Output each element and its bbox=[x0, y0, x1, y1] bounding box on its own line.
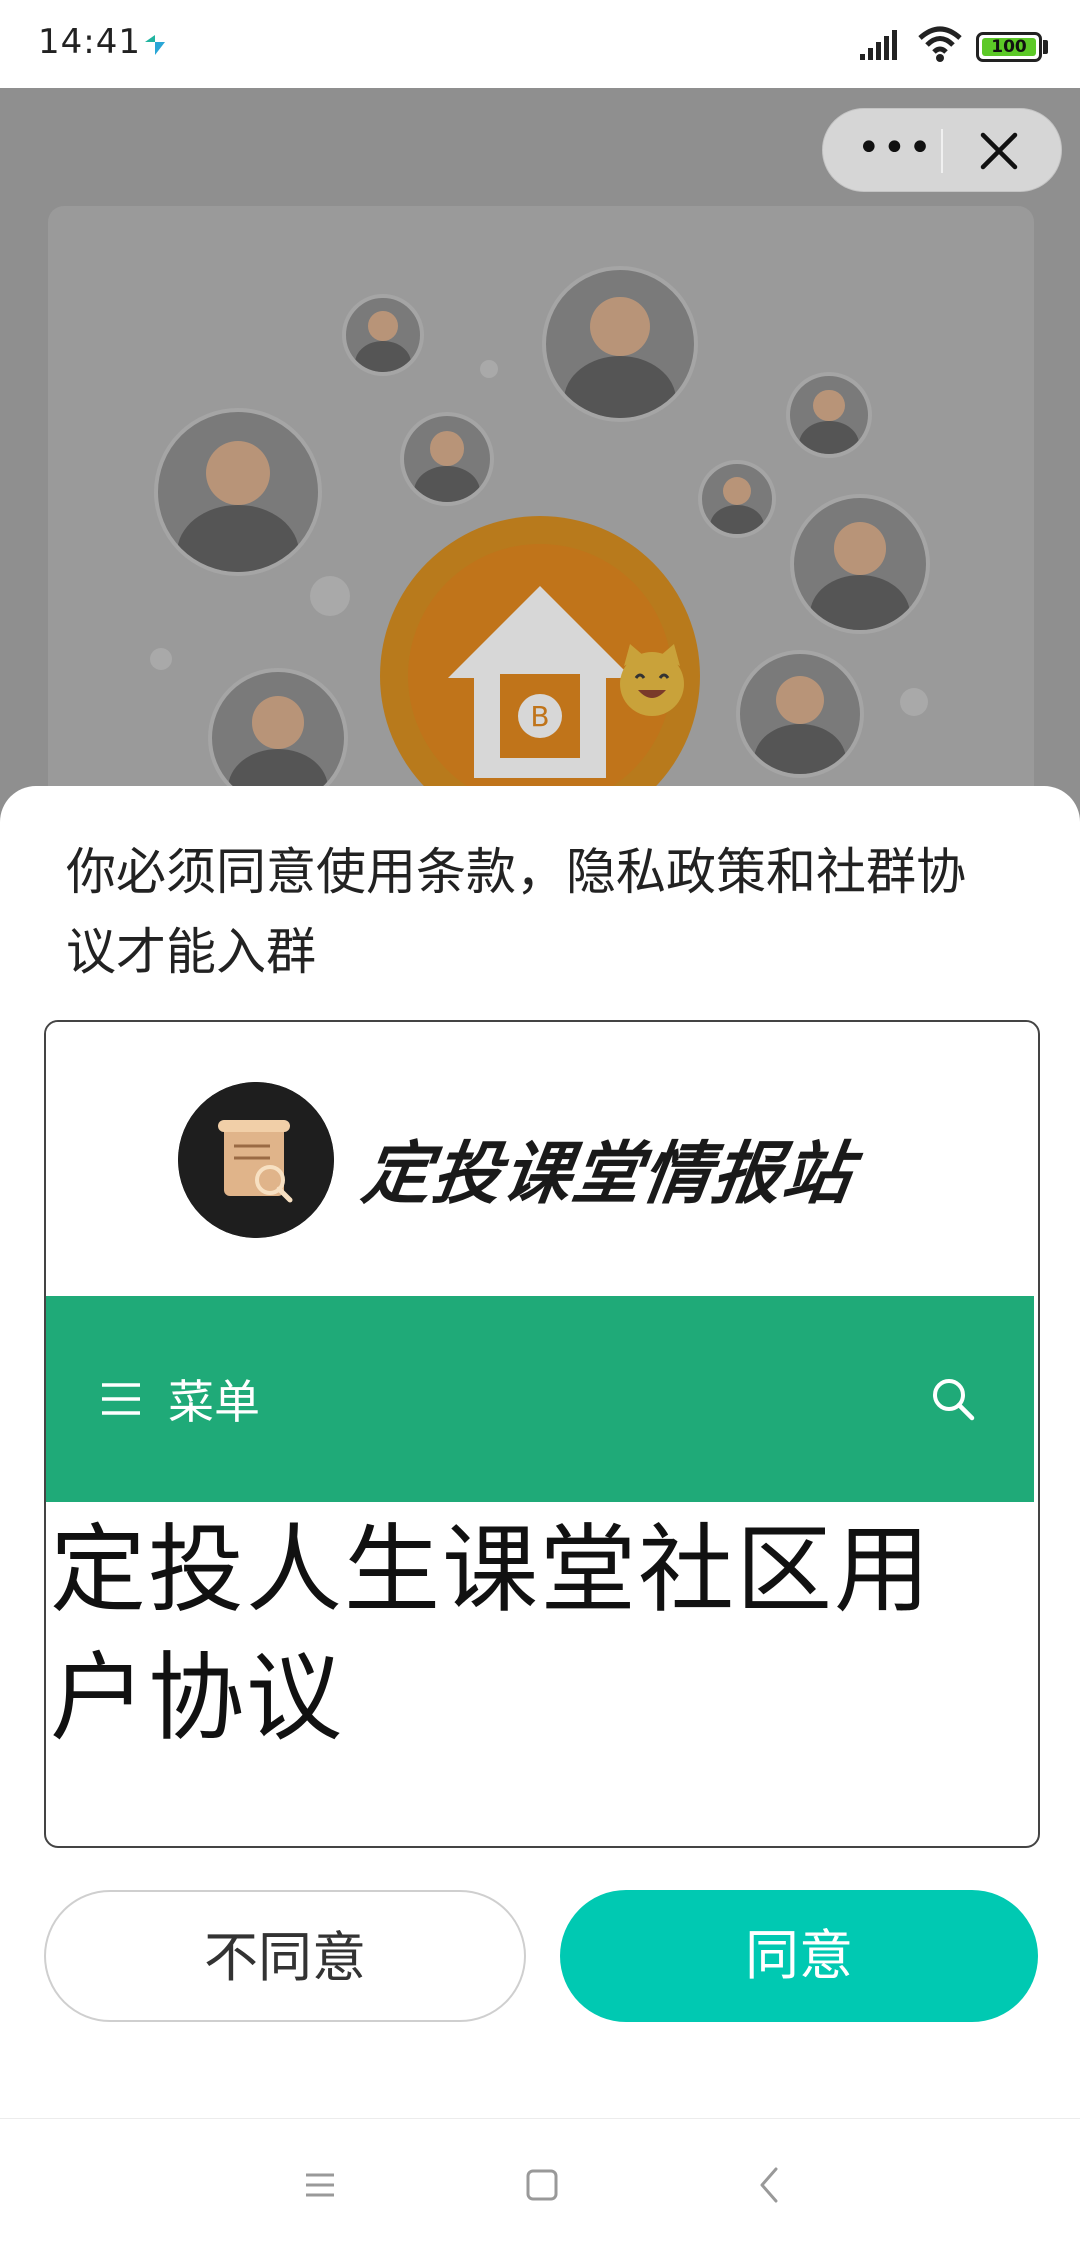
decor-dot bbox=[150, 648, 172, 670]
more-icon[interactable]: ••• bbox=[857, 128, 932, 171]
decor-dot bbox=[480, 360, 498, 378]
app-notification-icon bbox=[145, 35, 165, 55]
mini-program-capsule: ••• bbox=[822, 108, 1062, 192]
svg-text:B: B bbox=[530, 700, 549, 733]
agreement-heading: 定投人生课堂社区用户协议 bbox=[50, 1514, 932, 1754]
decor-dot bbox=[900, 688, 928, 716]
close-icon[interactable] bbox=[973, 125, 1025, 177]
home-icon[interactable] bbox=[516, 2159, 568, 2211]
agreement-webview[interactable]: 定投课堂情报站 菜单 定投人生课堂社区用户协议 bbox=[44, 1020, 1040, 1848]
avatar bbox=[154, 408, 322, 576]
battery-indicator: 100 bbox=[976, 32, 1042, 62]
wifi-icon bbox=[918, 26, 962, 62]
status-bar: 14:41 100 bbox=[0, 0, 1080, 88]
avatar bbox=[542, 266, 698, 422]
search-icon[interactable] bbox=[930, 1376, 976, 1422]
back-icon[interactable] bbox=[744, 2159, 796, 2211]
cat-emoji-icon bbox=[620, 644, 684, 716]
menu-label[interactable]: 菜单 bbox=[168, 1366, 260, 1432]
site-menu-bar: 菜单 bbox=[46, 1296, 1034, 1502]
avatar bbox=[790, 494, 930, 634]
capsule-divider bbox=[941, 129, 943, 173]
battery-tip bbox=[1043, 40, 1048, 54]
site-name: 定投课堂情报站 bbox=[357, 1135, 859, 1214]
recents-icon[interactable] bbox=[294, 2159, 346, 2211]
signal-icon bbox=[860, 30, 897, 60]
status-time: 14:41 bbox=[38, 22, 141, 62]
house-icon: B bbox=[448, 586, 632, 778]
agree-button[interactable]: 同意 bbox=[560, 1890, 1038, 2022]
scroll-magnifier-logo bbox=[178, 1082, 334, 1238]
battery-level: 100 bbox=[982, 38, 1036, 57]
avatar bbox=[736, 650, 864, 778]
avatar bbox=[400, 412, 494, 506]
decor-dot bbox=[310, 576, 350, 616]
system-nav-bar bbox=[0, 2118, 1080, 2249]
disagree-button[interactable]: 不同意 bbox=[44, 1890, 526, 2022]
sheet-title: 你必须同意使用条款，隐私政策和社群协议才能入群 bbox=[66, 843, 966, 981]
avatar bbox=[698, 460, 776, 538]
avatar bbox=[342, 294, 424, 376]
site-header: 定投课堂情报站 bbox=[46, 1022, 1034, 1296]
hamburger-icon[interactable] bbox=[100, 1382, 142, 1416]
agreement-sheet: 你必须同意使用条款，隐私政策和社群协议才能入群 定投课堂情报站 菜单 定投人生课… bbox=[0, 786, 1080, 2116]
avatar bbox=[786, 372, 872, 458]
community-hero-image: B bbox=[0, 88, 1080, 888]
